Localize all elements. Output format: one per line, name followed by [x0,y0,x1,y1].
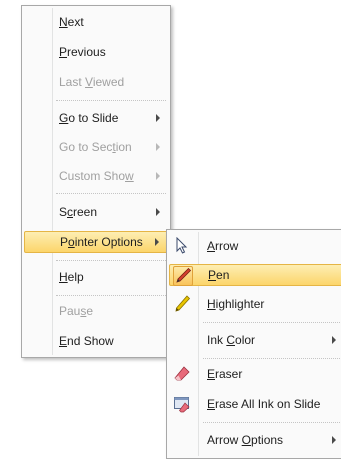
menu-item-pause: Pause [24,300,168,322]
menu-item-end-show-label: End Show [59,334,114,348]
submenu-item-eraser-label: Eraser [207,367,243,381]
menu-item-pointer-options-label: Pointer Options [60,235,143,249]
menu-item-help-label: Help [59,270,84,284]
menu-item-go-to-slide[interactable]: Go to Slide [24,107,168,129]
menu-item-previous[interactable]: Previous [24,41,168,63]
submenu-item-arrow-options[interactable]: Arrow Options [169,429,341,451]
submenu-item-ink-color[interactable]: Ink Color [169,329,341,351]
menu-item-go-to-section: Go to Section [24,136,168,158]
menu-separator [56,295,166,296]
submenu-item-erase-all-ink-label: Erase All Ink on Slide [207,397,321,411]
menu-item-custom-show: Custom Show [24,165,168,187]
menu-separator [56,100,166,101]
submenu-item-arrow-options-label: Arrow Options [207,433,284,447]
menu-item-end-show[interactable]: End Show [24,330,168,352]
slideshow-context-menu: Next Previous Last Viewed Go to Slide Go… [21,5,171,358]
submenu-item-highlighter-label: Highlighter [207,297,265,311]
menu-item-custom-show-label: Custom Show [59,169,134,183]
submenu-item-arrow-label: Arrow [207,239,239,253]
submenu-item-arrow[interactable]: Arrow [169,235,341,257]
menu-item-go-to-section-label: Go to Section [59,140,132,154]
submenu-arrow-icon [156,143,160,151]
menu-item-pointer-options[interactable]: Pointer Options [24,231,168,253]
submenu-item-ink-color-label: Ink Color [207,333,256,347]
submenu-arrow-icon [156,172,160,180]
menu-separator [203,358,341,359]
submenu-arrow-icon [332,436,336,444]
menu-item-previous-label: Previous [59,45,106,59]
pen-icon [174,267,192,285]
menu-separator [56,193,166,194]
eraser-icon [173,365,191,383]
menu-item-screen[interactable]: Screen [24,201,168,223]
highlighter-icon [173,295,191,313]
menu-item-next[interactable]: Next [24,11,168,33]
submenu-arrow-icon [156,208,160,216]
submenu-item-eraser[interactable]: Eraser [169,363,341,385]
menu-item-last-viewed: Last Viewed [24,71,168,93]
submenu-arrow-icon [156,114,160,122]
submenu-item-erase-all-ink[interactable]: Erase All Ink on Slide [169,393,341,415]
submenu-item-highlighter[interactable]: Highlighter [169,293,341,315]
menu-item-last-viewed-label: Last Viewed [59,75,125,89]
menu-separator [203,422,341,423]
menu-separator [203,322,341,323]
erase-all-ink-icon [173,395,191,413]
menu-item-pause-label: Pause [59,304,94,318]
submenu-arrow-icon [332,336,336,344]
menu-separator [56,260,166,261]
menu-item-next-label: Next [59,15,84,29]
arrow-cursor-icon [173,236,191,255]
submenu-item-pen[interactable]: Pen [169,264,341,286]
submenu-item-pen-label: Pen [208,268,230,282]
menu-item-go-to-slide-label: Go to Slide [59,111,119,125]
pointer-options-submenu: Arrow Pen Highlighter Ink Color Eraser E… [166,229,341,459]
menu-item-help[interactable]: Help [24,266,168,288]
submenu-arrow-icon [155,238,159,246]
menu-item-screen-label: Screen [59,205,98,219]
